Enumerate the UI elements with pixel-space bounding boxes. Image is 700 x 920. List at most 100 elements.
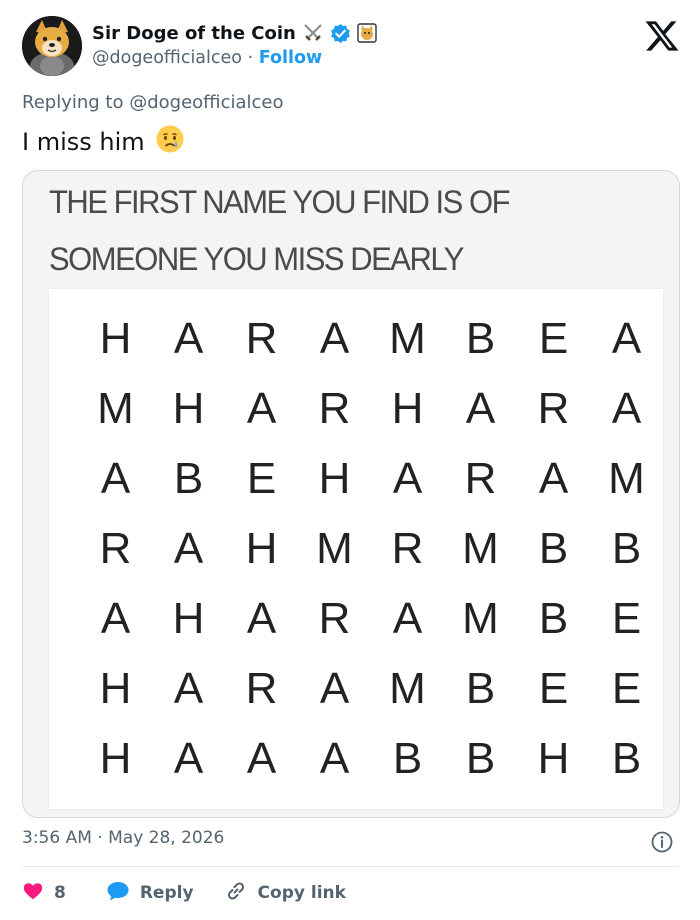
grid-letter: H [391,384,424,433]
author-display-name[interactable]: Sir Doge of the Coin [92,23,296,44]
meme-title: THE FIRST NAME YOU FIND IS OF SOMEONE YO… [49,174,511,287]
grid-letter: B [465,734,496,783]
grid-letter: A [611,384,642,433]
grid-row: A H A R A M B E [79,585,663,653]
replying-to: Replying to @dogeofficialceo [22,92,283,113]
info-icon[interactable] [650,830,674,854]
like-button[interactable]: 8 [22,880,66,907]
grid-letter: B [611,524,642,573]
reply-button[interactable]: Reply [106,880,194,907]
author-handle[interactable]: @dogeofficialceo [92,48,242,68]
grid-letter: R [318,594,351,643]
replying-prefix: Replying to [22,92,124,113]
grid-letter: A [173,314,204,363]
copy-link-button[interactable]: Copy link [224,879,346,908]
grid-letter: R [391,524,424,573]
doge-avatar-icon [22,16,82,76]
handle-separator: · [247,48,254,68]
meme-title-line: SOMEONE YOU MISS DEARLY [49,240,464,278]
follow-button[interactable]: Follow [259,48,322,68]
tweet-body: I miss him [22,128,145,156]
grid-letter: M [97,384,134,433]
grid-letter: A [538,454,569,503]
grid-row: M H A R H A R A [79,375,663,443]
grid-letter: A [392,454,423,503]
grid-letter: A [319,314,350,363]
reply-label: Reply [139,883,194,903]
tweet-text: I miss him [22,124,185,160]
replying-mention[interactable]: @dogeofficialceo [129,92,283,113]
grid-letter: R [99,524,132,573]
grid-letter: A [173,734,204,783]
grid-letter: A [611,314,642,363]
grid-row: H A A A B B H B [79,725,663,793]
grid-letter: A [173,524,204,573]
grid-letter: A [100,454,131,503]
meme-title-line: THE FIRST NAME YOU FIND IS OF [49,183,511,221]
word-search-grid: H A R A M B E A M H A R H A R A A B E H … [49,289,663,809]
copy-link-label: Copy link [257,883,346,903]
grid-letter: A [392,594,423,643]
link-icon [224,879,248,908]
grid-row: H A R A M B E E [79,655,663,723]
tweet-header: Sir Doge of the Coin @dogeofficialceo · … [22,14,682,84]
grid-letter: M [608,454,645,503]
grid-letter: E [538,664,569,713]
grid-letter: M [462,524,499,573]
author-handle-row: @dogeofficialceo · Follow [92,48,322,68]
tweet-timestamp[interactable]: 3:56 AM · May 28, 2026 [22,828,224,848]
grid-letter: H [318,454,351,503]
grid-letter: A [246,734,277,783]
author-name-row: Sir Doge of the Coin [92,20,377,46]
grid-letter: A [319,664,350,713]
grid-row: H A R A M B E A [79,305,663,373]
doge-badge-icon [357,23,377,43]
crying-face-icon [155,124,185,160]
grid-letter: A [246,594,277,643]
grid-letter: M [462,594,499,643]
heart-icon [22,880,44,907]
crossed-swords-icon [302,22,324,44]
grid-letter: H [99,314,132,363]
grid-letter: H [99,734,132,783]
grid-letter: A [246,384,277,433]
grid-row: A B E H A R A M [79,445,663,513]
grid-letter: B [465,664,496,713]
grid-letter: H [172,384,205,433]
grid-letter: E [538,314,569,363]
grid-letter: E [611,594,642,643]
avatar[interactable] [22,16,82,76]
tweet-date: May 28, 2026 [108,828,225,848]
grid-letter: R [318,384,351,433]
grid-letter: H [172,594,205,643]
grid-letter: R [245,314,278,363]
grid-letter: H [537,734,570,783]
grid-letter: B [465,314,496,363]
grid-letter: A [319,734,350,783]
grid-letter: B [392,734,423,783]
grid-letter: E [246,454,277,503]
reply-bubble-icon [106,880,130,907]
grid-letter: M [389,664,426,713]
grid-letter: A [173,664,204,713]
tweet-actions: 8 Reply Copy link [22,878,346,908]
tweet-time: 3:56 AM [22,828,92,848]
like-count: 8 [54,883,66,903]
x-logo-icon[interactable] [644,18,680,54]
grid-letter: R [537,384,570,433]
grid-letter: M [389,314,426,363]
grid-letter: A [100,594,131,643]
tweet-media[interactable]: THE FIRST NAME YOU FIND IS OF SOMEONE YO… [22,170,680,818]
grid-letter: B [538,594,569,643]
verified-badge-icon[interactable] [330,23,351,44]
grid-letter: B [611,734,642,783]
grid-letter: A [465,384,496,433]
grid-letter: B [173,454,204,503]
grid-letter: M [316,524,353,573]
grid-letter: R [245,664,278,713]
grid-letter: H [245,524,278,573]
grid-row: R A H M R M B B [79,515,663,583]
grid-letter: R [464,454,497,503]
grid-letter: E [611,664,642,713]
divider [22,866,678,867]
